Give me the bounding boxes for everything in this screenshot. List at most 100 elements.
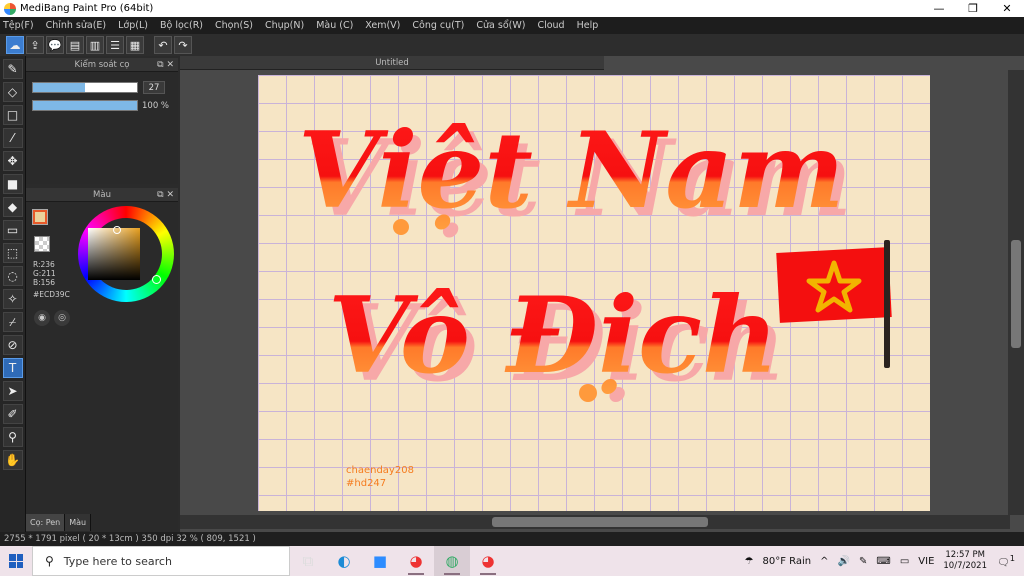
select-rect-icon[interactable]: ⬚ (2, 243, 23, 263)
undo-icon[interactable]: ↶ (154, 36, 172, 54)
windows-logo-icon (9, 554, 23, 568)
vertical-scroll-thumb[interactable] (1011, 240, 1021, 348)
share-icon[interactable]: ⇪ (26, 36, 44, 54)
panel-float-close-icon[interactable]: ⧉ ✕ (157, 188, 174, 202)
eyedropper-icon[interactable]: ⚲ (2, 427, 23, 447)
signature-name: chaenday208 (346, 465, 414, 476)
fill-rect-icon[interactable]: ■ (2, 174, 23, 194)
tab-color[interactable]: Màu (65, 514, 92, 531)
color-panel-header: Màu ⧉ ✕ (26, 188, 178, 202)
zoom-icon[interactable]: ■ (362, 546, 398, 576)
redo-icon[interactable]: ↷ (174, 36, 192, 54)
hand-icon[interactable]: ✋ (2, 450, 23, 470)
search-placeholder: Type here to search (63, 554, 172, 568)
weather-icon[interactable]: ☂ (745, 556, 754, 567)
menu-select[interactable]: Chọn(S) (215, 20, 253, 31)
title-bar: MediBang Paint Pro (64bit) — ❐ ✕ (0, 0, 1024, 17)
brush-opacity-slider[interactable] (32, 100, 138, 111)
menu-window[interactable]: Cửa sổ(W) (476, 20, 525, 31)
title-line2: Vô Địch (328, 273, 778, 397)
chat-icon[interactable]: ▤ (66, 36, 84, 54)
notification-count: 1 (1009, 553, 1015, 564)
task-view-icon[interactable]: ⧉ (290, 546, 326, 576)
brush-icon[interactable]: ✎ (2, 59, 23, 79)
tray-expand-icon[interactable]: ^ (820, 556, 828, 567)
tab-brush[interactable]: Cọ: Pen (26, 514, 66, 531)
keyboard-icon[interactable]: ⌨ (876, 556, 890, 567)
menu-help[interactable]: Help (577, 20, 599, 31)
edge-icon[interactable]: ◐ (326, 546, 362, 576)
menu-edit[interactable]: Chỉnh sửa(E) (46, 20, 107, 31)
list-icon[interactable]: ☰ (106, 36, 124, 54)
artwork: Việt Nam Việt Nam Vô Địch Vô Địch chaend… (298, 108, 892, 489)
page-icon[interactable]: ▥ (86, 36, 104, 54)
windows-start-button[interactable] (0, 546, 32, 576)
bucket-icon[interactable]: ◆ (2, 197, 23, 217)
brush-size-slider[interactable] (32, 82, 138, 93)
display-icon[interactable]: ▭ (900, 556, 909, 567)
palette-icon[interactable]: ◉ (34, 310, 50, 326)
menu-color[interactable]: Màu (C) (316, 20, 353, 31)
green-value: G:211 (33, 269, 56, 278)
pen-icon[interactable]: ✐ (2, 404, 23, 424)
document-tab[interactable]: Untitled (180, 56, 604, 70)
medibang-app-icon (4, 2, 16, 15)
signature-tag: #hd247 (346, 478, 386, 489)
blue-value: B:156 (33, 278, 55, 287)
rectangle-icon[interactable]: □ (2, 105, 23, 125)
menu-file[interactable]: Tệp(F) (3, 20, 34, 31)
dot-brush-icon[interactable]: ⁄ (2, 128, 23, 148)
hue-cursor[interactable] (152, 275, 161, 284)
minimize-button[interactable]: — (922, 0, 956, 17)
close-button[interactable]: ✕ (990, 0, 1024, 17)
pen-tray-icon[interactable]: ✎ (859, 556, 867, 567)
menu-layer[interactable]: Lớp(L) (118, 20, 148, 31)
vertical-scrollbar[interactable] (1008, 70, 1024, 515)
transparent-color-swatch[interactable] (34, 236, 50, 252)
menu-cloud[interactable]: Cloud (537, 20, 564, 31)
top-toolbar: ☁ ⇪ 💬 ▤ ▥ ☰ ▦ ↶ ↷ (0, 34, 1024, 56)
drawing-canvas[interactable]: Việt Nam Việt Nam Vô Địch Vô Địch chaend… (258, 75, 930, 511)
medibang-taskbar-icon[interactable]: ◍ (434, 546, 470, 576)
move-icon[interactable]: ✥ (2, 151, 23, 171)
select-eraser-icon[interactable]: ⊘ (2, 335, 23, 355)
color-panel: Màu ⧉ ✕ R:236 G:211 B:156 #ECD39C ◉ ◎ (26, 188, 178, 532)
select-pen-icon[interactable]: ⌿ (2, 312, 23, 332)
magic-wand-icon[interactable]: ✧ (2, 289, 23, 309)
clock[interactable]: 12:57 PM 10/7/2021 (943, 550, 987, 572)
operation-icon[interactable]: ➤ (2, 381, 23, 401)
chrome-icon[interactable]: ◕ (398, 546, 434, 576)
saturation-value-square[interactable] (88, 228, 140, 280)
menu-tools[interactable]: Công cụ(T) (412, 20, 464, 31)
gradient-icon[interactable]: ▭ (2, 220, 23, 240)
brush-size-value[interactable]: 27 (143, 81, 165, 94)
foreground-color-swatch[interactable] (32, 209, 48, 225)
grid-icon[interactable]: ▦ (126, 36, 144, 54)
panel-float-close-icon[interactable]: ⧉ ✕ (157, 58, 174, 72)
sv-cursor[interactable] (113, 226, 121, 234)
menu-filter[interactable]: Bộ lọc(R) (160, 20, 203, 31)
chrome-icon-2[interactable]: ◕ (470, 546, 506, 576)
horizontal-scroll-thumb[interactable] (492, 517, 708, 527)
palette-add-icon[interactable]: ◎ (54, 310, 70, 326)
volume-icon[interactable]: 🔊 (838, 556, 850, 567)
menu-capture[interactable]: Chụp(N) (265, 20, 304, 31)
cloud-icon[interactable]: ☁ (6, 36, 24, 54)
lasso-icon[interactable]: ◌ (2, 266, 23, 286)
rgb-readout: R:236 G:211 B:156 (33, 260, 56, 287)
horizontal-scrollbar[interactable] (180, 515, 1010, 529)
tool-strip: ✎ ◇ □ ⁄ ✥ ■ ◆ ▭ ⬚ ◌ ✧ ⌿ ⊘ T ➤ ✐ ⚲ ✋ (0, 56, 26, 532)
menu-view[interactable]: Xem(V) (365, 20, 400, 31)
language-indicator[interactable]: VIE (918, 556, 934, 567)
taskbar-search[interactable]: ⚲ Type here to search (32, 546, 290, 576)
red-value: R:236 (33, 260, 55, 269)
notification-icon[interactable]: 🗨1 (997, 553, 1015, 568)
title-line1: Việt Nam (298, 108, 844, 232)
system-tray: ☂ 80°F Rain ^ 🔊 ✎ ⌨ ▭ VIE 12:57 PM 10/7/… (745, 546, 1024, 576)
eraser-icon[interactable]: ◇ (2, 82, 23, 102)
weather-text[interactable]: 80°F Rain (763, 556, 812, 567)
maximize-button[interactable]: ❐ (956, 0, 990, 17)
comment-icon[interactable]: 💬 (46, 36, 64, 54)
text-icon[interactable]: T (2, 358, 23, 378)
flag (776, 240, 892, 368)
